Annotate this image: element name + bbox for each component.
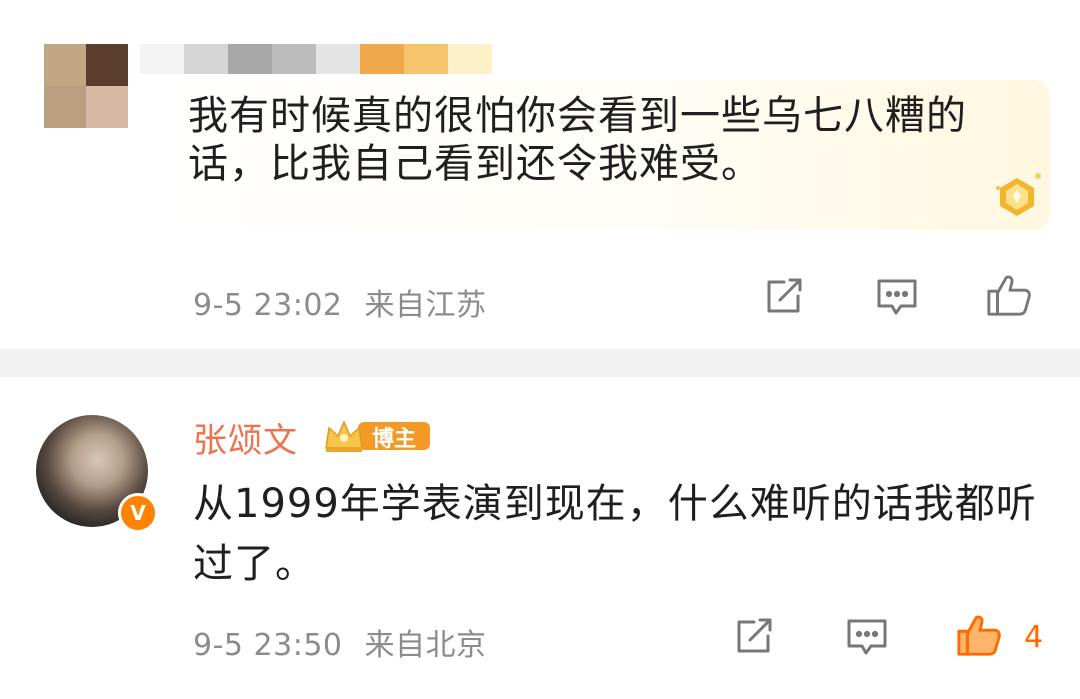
like-icon[interactable] bbox=[986, 272, 1032, 318]
comment-icon[interactable] bbox=[844, 614, 890, 660]
vip-badge-icon bbox=[996, 173, 1041, 216]
section-divider bbox=[0, 349, 1080, 377]
blogger-badge-label: 博主 bbox=[372, 427, 417, 452]
share-icon[interactable] bbox=[760, 274, 806, 320]
username[interactable]: 张颂文 bbox=[193, 413, 298, 462]
comment-time: 9-5 23:50 bbox=[193, 628, 343, 663]
comment-text: 我有时候真的很怕你会看到一些乌七八糟的话，比我自己看到还令我难受。 bbox=[188, 93, 967, 187]
share-icon[interactable] bbox=[730, 614, 776, 660]
comment-text: 从1999年学表演到现在，什么难听的话我都听过了。 bbox=[193, 481, 1037, 587]
comment-location: 来自江苏 bbox=[364, 288, 487, 323]
comment-meta: 9-5 23:50 来自北京 bbox=[193, 620, 487, 664]
liked-thumb-icon[interactable] bbox=[956, 612, 1002, 658]
comment-icon[interactable] bbox=[874, 274, 920, 320]
comment-time: 9-5 23:02 bbox=[193, 288, 343, 323]
comment-location: 来自北京 bbox=[364, 628, 487, 663]
like-count: 4 bbox=[1024, 620, 1044, 655]
blurred-username[interactable] bbox=[140, 44, 492, 74]
comment-meta: 9-5 23:02 来自江苏 bbox=[193, 280, 487, 324]
blurred-avatar[interactable] bbox=[44, 44, 128, 128]
verified-badge: V bbox=[118, 493, 158, 533]
